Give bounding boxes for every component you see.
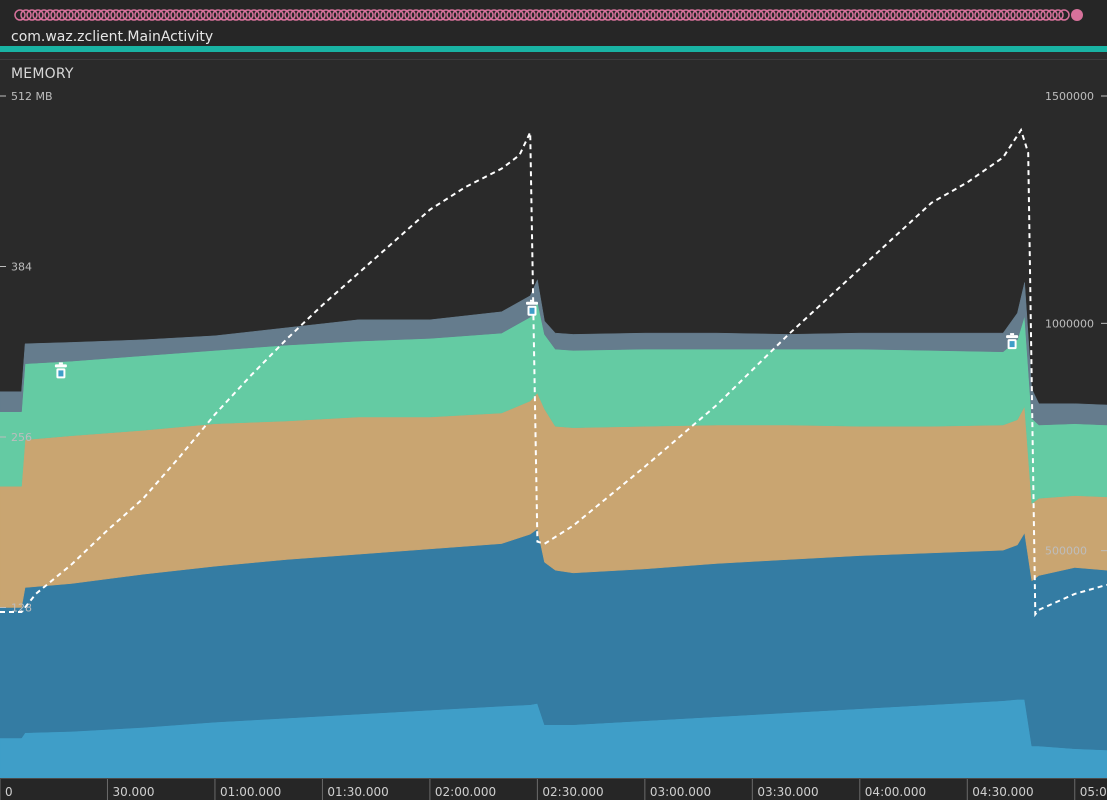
gc-trash-handle [58, 362, 63, 365]
gc-trash-handle [530, 299, 534, 302]
gc-trash-inner [529, 307, 535, 314]
gc-trash-icon[interactable] [526, 299, 538, 316]
memory-chart[interactable]: 512 MB384256128 15000001000000500000 0 30… [0, 0, 1107, 800]
gc-trash-icon[interactable] [54, 362, 67, 379]
time-axis-tick-label: 03:30.000 [757, 785, 818, 799]
time-axis-tick-label: 02:00.000 [435, 785, 496, 799]
gc-trash-lid [1006, 335, 1019, 339]
memory-areas [0, 278, 1107, 779]
gc-trash-handle [1010, 333, 1015, 336]
gc-trash-lid [526, 301, 538, 305]
time-axis-tick-label: 04:30.000 [972, 785, 1033, 799]
right-axis-tick-label: 1500000 [1045, 90, 1094, 103]
time-axis-tick-label: 03:00.000 [650, 785, 711, 799]
time-axis-tick-label: 05:00.000 [1080, 785, 1107, 799]
time-axis-tick-label: 01:30.000 [327, 785, 388, 799]
time-axis-tick-label: 30.000 [112, 785, 154, 799]
left-axis-tick-label: 512 MB [11, 90, 53, 103]
left-axis-tick-label: 256 [11, 431, 32, 444]
gc-trash-inner [1009, 341, 1015, 348]
gc-trash-inner [58, 370, 64, 377]
time-axis-tick-label: 02:30.000 [542, 785, 603, 799]
time-axis: 0 30.000 01:00.000 01:30.000 02:00.000 02:30.… [0, 778, 1107, 800]
gc-trash-icon[interactable] [1006, 333, 1019, 350]
left-axis-tick-label: 384 [11, 261, 32, 274]
right-axis-tick-label: 500000 [1045, 545, 1087, 558]
time-axis-tick-label: 01:00.000 [220, 785, 281, 799]
time-axis-tick-label: 04:00.000 [865, 785, 926, 799]
time-axis-tick-label: 0 [5, 785, 13, 799]
right-axis-tick-label: 1000000 [1045, 317, 1094, 330]
gc-trash-lid [54, 364, 67, 368]
